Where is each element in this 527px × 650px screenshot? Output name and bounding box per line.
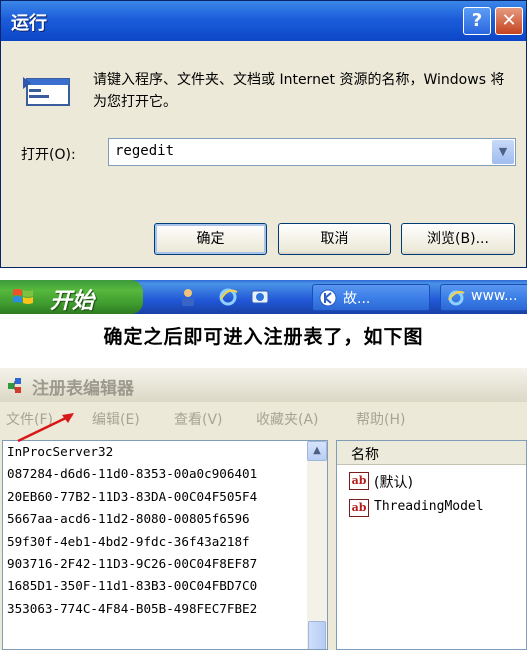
registry-tree-pane[interactable]: InProcServer32 087284-d6d6-11d0-8353-00a… <box>2 440 328 650</box>
registry-key-list: InProcServer32 087284-d6d6-11d0-8353-00a… <box>3 441 308 620</box>
tree-item[interactable]: 353063-774C-4F84-B05B-498FEC7FBE2 <box>3 598 308 620</box>
taskbar-button-task-2[interactable]: www... <box>440 284 527 311</box>
value-name: (默认) <box>374 475 413 491</box>
red-annotation-arrow-icon <box>17 413 74 443</box>
column-header-name[interactable]: 名称 <box>337 441 526 465</box>
run-dialog-title: 运行 <box>11 13 47 34</box>
open-combo-input[interactable]: regedit ▼ <box>108 138 516 166</box>
run-titlebar[interactable]: 运行 ? ✕ <box>1 1 526 41</box>
media-player-icon <box>319 289 337 307</box>
close-button[interactable]: ✕ <box>495 7 523 35</box>
start-label: 开始 <box>50 289 95 314</box>
value-name: ThreadingModel <box>374 499 484 514</box>
run-program-icon <box>23 77 70 106</box>
open-label: 打开(O): <box>21 147 76 163</box>
regedit-title: 注册表编辑器 <box>32 379 134 399</box>
tree-item[interactable]: 903716-2F42-11D3-9C26-00C04F8EF87 <box>3 553 308 575</box>
taskbar: 开始 故... www... <box>0 280 527 314</box>
user-quicklaunch-icon[interactable] <box>178 287 198 307</box>
cancel-button[interactable]: 取消 <box>278 223 391 255</box>
open-input-value[interactable]: regedit <box>115 143 174 159</box>
internet-explorer-icon[interactable] <box>218 287 238 307</box>
menu-edit[interactable]: 编辑(E) <box>92 409 140 429</box>
run-description: 请键入程序、文件夹、文档或 Internet 资源的名称，Windows 将为您… <box>93 72 505 110</box>
start-button[interactable]: 开始 <box>0 280 143 314</box>
windows-logo-icon <box>13 289 33 304</box>
registry-value-pane[interactable]: 名称 ab (默认) ab ThreadingModel <box>336 440 527 650</box>
task-label: www... <box>471 288 518 304</box>
regedit-titlebar[interactable]: 注册表编辑器 <box>0 368 527 402</box>
string-value-icon: ab <box>349 472 369 490</box>
registry-editor-icon <box>8 378 21 393</box>
tree-vertical-scrollbar[interactable]: ▲ <box>307 441 327 649</box>
tree-item[interactable]: InProcServer32 <box>3 441 308 463</box>
run-dialog: 运行 ? ✕ 请键入程序、文件夹、文档或 Internet 资源的名称，Wind… <box>0 0 527 268</box>
tree-item[interactable]: 087284-d6d6-11d0-8353-00a0c906401 <box>3 463 308 485</box>
menu-help[interactable]: 帮助(H) <box>356 409 405 429</box>
ok-button[interactable]: 确定 <box>154 223 267 255</box>
scroll-up-icon[interactable]: ▲ <box>307 441 327 461</box>
column-name-label: 名称 <box>351 447 379 463</box>
chevron-down-icon[interactable]: ▼ <box>492 140 514 164</box>
taskbar-button-task-1[interactable]: 故... <box>312 284 430 311</box>
scroll-thumb[interactable] <box>308 621 326 649</box>
string-value-icon: ab <box>349 499 369 517</box>
task-label: 故... <box>343 291 371 307</box>
internet-explorer-icon <box>448 290 465 306</box>
browse-button[interactable]: 浏览(B)... <box>401 223 515 255</box>
tree-item[interactable]: 1685D1-350F-11d1-83B3-00C04FBD7C0 <box>3 575 308 597</box>
help-button[interactable]: ? <box>463 7 491 35</box>
menu-view[interactable]: 查看(V) <box>174 409 223 429</box>
tree-item[interactable]: 5667aa-acd6-11d2-8080-00805f6596 <box>3 508 308 530</box>
menu-favorites[interactable]: 收藏夹(A) <box>256 409 319 429</box>
tree-item[interactable]: 20EB60-77B2-11D3-83DA-00C04F505F4 <box>3 486 308 508</box>
tree-item[interactable]: 59f30f-4eb1-4bd2-9fdc-36f43a218f <box>3 531 308 553</box>
caption-text: 确定之后即可进入注册表了，如下图 <box>103 326 424 348</box>
outlook-express-icon[interactable] <box>250 287 270 307</box>
